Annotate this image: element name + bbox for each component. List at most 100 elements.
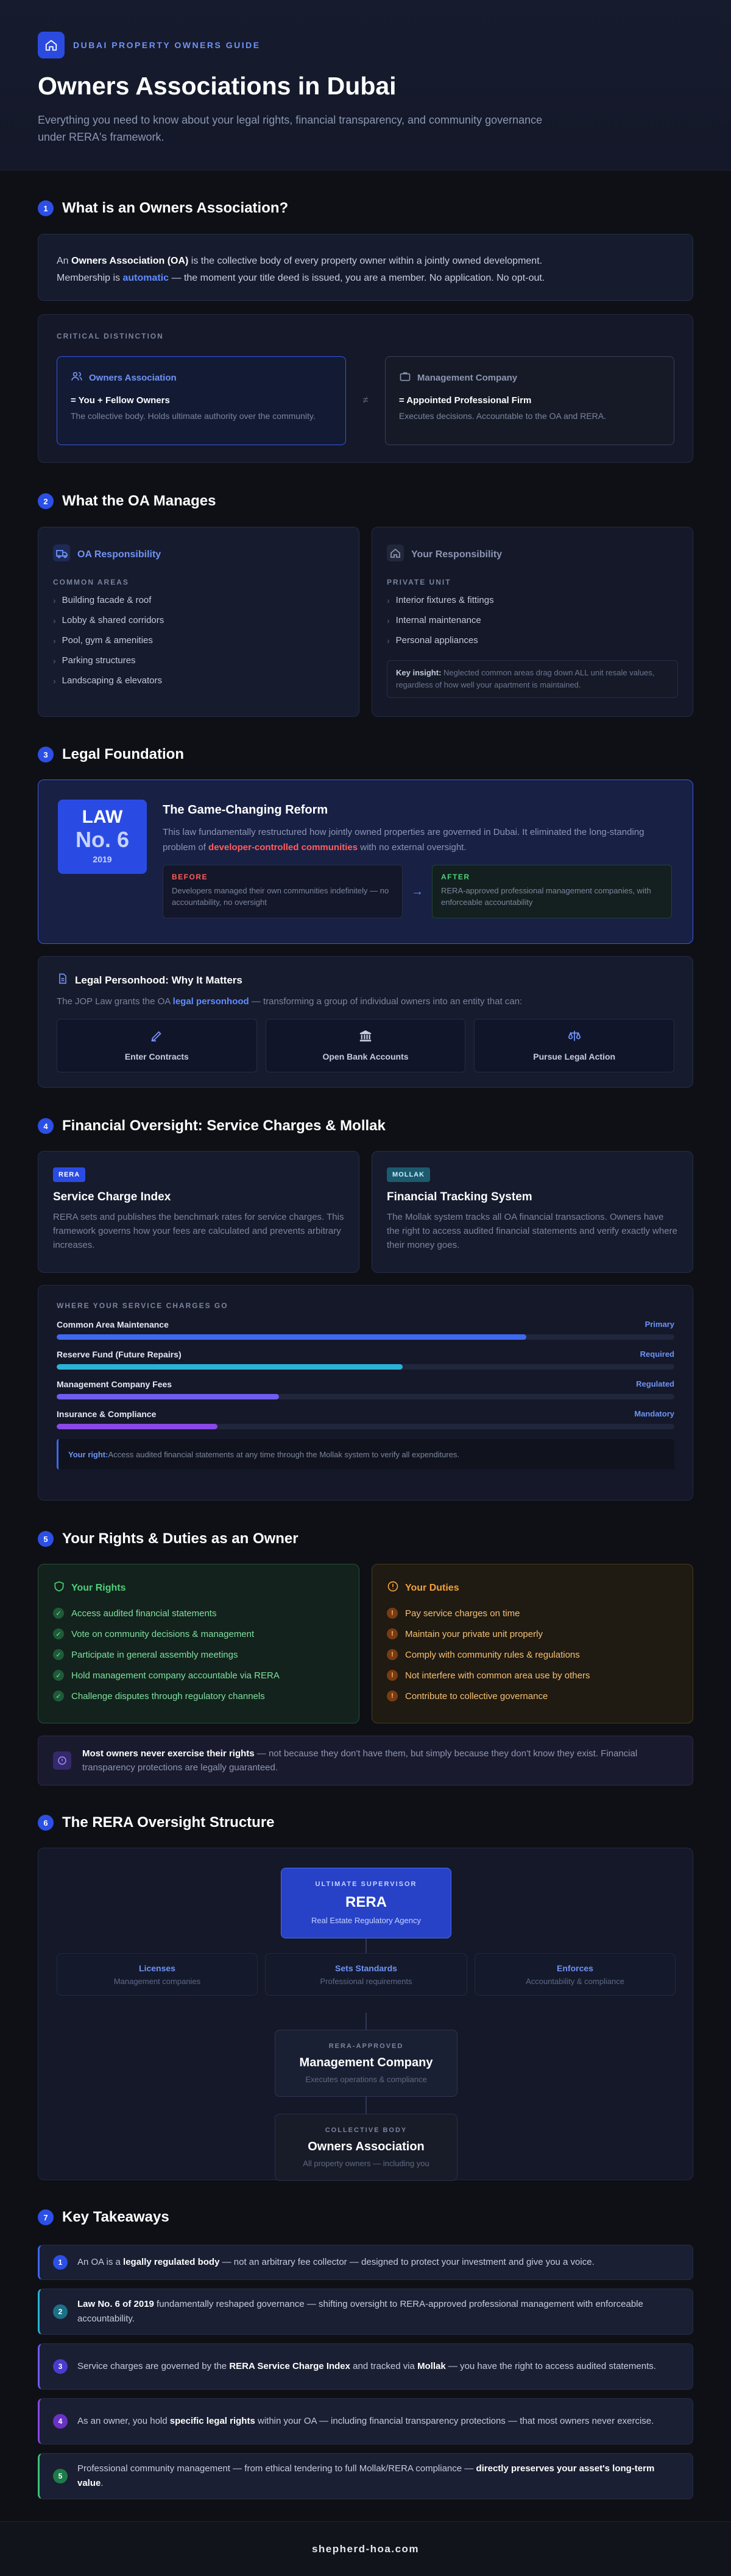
oa-node-title: Owners Association [308, 2140, 425, 2153]
mollak-tag: MOLLAK [387, 1167, 431, 1182]
list-item: ! Contribute to collective governance [387, 1686, 678, 1706]
charge-row: Management Company Fees Regulated [57, 1379, 674, 1399]
after-text: RERA-approved professional management co… [441, 886, 651, 907]
bullet-icon: › [53, 655, 56, 666]
briefcase-icon [399, 370, 411, 385]
connector-line [366, 2013, 367, 2030]
list-item: › Building facade & roof [53, 590, 344, 610]
text: Service charges are governed by the [77, 2361, 230, 2371]
law-badge-year: 2019 [93, 854, 112, 864]
check-icon: ✓ [53, 1670, 64, 1681]
text: Professional community management — from… [77, 2463, 476, 2474]
section-number: 7 [38, 2209, 54, 2225]
takeaway-number: 5 [53, 2469, 68, 2483]
takeaway-number: 2 [53, 2304, 68, 2319]
you-card-label: PRIVATE UNIT [387, 578, 451, 586]
footer-site-link[interactable]: shepherd-hoa.com [312, 2543, 419, 2555]
charge-name: Reserve Fund (Future Repairs) [57, 1350, 182, 1359]
list-item: › Personal appliances [387, 630, 678, 650]
pillar-enforces: Enforces Accountability & compliance [475, 1953, 676, 1996]
text-strong: RERA Service Charge Index [229, 2361, 350, 2371]
check-icon: ✓ [53, 1628, 64, 1639]
takeaway-text: As an owner, you hold specific legal rig… [77, 2414, 654, 2429]
section-title: Financial Oversight: Service Charges & M… [62, 1117, 386, 1134]
oa-definition-card: An Owners Association (OA) is the collec… [38, 234, 693, 301]
takeaway-text: Professional community management — from… [77, 2462, 678, 2491]
key-insight-box: Key insight: Neglected common areas drag… [387, 660, 678, 698]
after-label: AFTER [441, 873, 470, 881]
scales-icon [475, 1029, 674, 1046]
power-label: Pursue Legal Action [533, 1052, 616, 1061]
mc-box-title: Management Company [417, 373, 518, 383]
list-item-label: Internal maintenance [395, 615, 481, 625]
section-title: The RERA Oversight Structure [62, 1814, 275, 1831]
section-number: 3 [38, 747, 54, 762]
owners-association-node: COLLECTIVE BODY Owners Association All p… [275, 2114, 457, 2181]
section-oa-manages: 2 What the OA Manages [38, 492, 693, 510]
pillar-title: Enforces [557, 1963, 593, 1973]
text-highlight: developer-controlled communities [208, 842, 358, 853]
charge-tag: Primary [644, 1320, 674, 1329]
list-item-label: Challenge disputes through regulatory ch… [71, 1691, 265, 1701]
rera-service-charge-card: RERA Service Charge Index RERA sets and … [38, 1151, 359, 1273]
home-logo-icon [38, 32, 65, 58]
oa-node-label: COLLECTIVE BODY [325, 2127, 408, 2134]
info-icon [53, 1751, 71, 1770]
list-item-label: Comply with community rules & regulation… [405, 1649, 580, 1660]
pillar-desc: Management companies [113, 1977, 201, 1986]
takeaway-5: 5 Professional community management — fr… [38, 2453, 693, 2499]
duties-list: ! Pay service charges on time! Maintain yo… [387, 1603, 678, 1706]
charge-bar-fill [57, 1334, 526, 1340]
bullet-icon: › [53, 635, 56, 646]
list-item-label: Vote on community decisions & management [71, 1628, 255, 1639]
charge-bar-track [57, 1424, 674, 1429]
oa-card-label: COMMON AREAS [53, 578, 129, 586]
law-reform-card: LAW No. 6 2019 The Game-Changing Reform … [38, 779, 693, 944]
text: Membership is [57, 273, 123, 283]
takeaway-number: 3 [53, 2359, 68, 2374]
hero-header: DUBAI PROPERTY OWNERS GUIDE Owners Assoc… [0, 0, 731, 171]
distinction-label: CRITICAL DISTINCTION [57, 332, 164, 340]
list-item: ✓ Hold management company accountable via… [53, 1665, 344, 1686]
common-areas-list: › Building facade & roof › Lobby & shared c… [53, 590, 344, 691]
law-badge: LAW No. 6 2019 [58, 800, 147, 874]
text: An OA is a [77, 2257, 124, 2267]
pillar-sets-standards: Sets Standards Professional requirements [265, 1953, 467, 1996]
takeaway-text: An OA is a legally regulated body — not … [77, 2255, 595, 2270]
charge-tag: Mandatory [634, 1409, 674, 1418]
duties-card: Your Duties ! Pay service charges on time… [372, 1564, 693, 1723]
your-responsibility-card: Your Responsibility PRIVATE UNIT › Interi… [372, 527, 693, 717]
exclamation-icon: ! [387, 1670, 398, 1681]
oa-box-equation: = You + Fellow Owners [71, 395, 170, 406]
right-text: Access audited financial statements at a… [108, 1449, 460, 1459]
pillar-desc: Accountability & compliance [526, 1977, 624, 1986]
mollak-card-title: Financial Tracking System [387, 1191, 532, 1203]
check-icon: ✓ [53, 1608, 64, 1619]
reform-title: The Game-Changing Reform [163, 803, 328, 817]
charge-bar-track [57, 1364, 674, 1370]
list-item: ✓ Challenge disputes through regulatory c… [53, 1686, 344, 1706]
charge-bar-fill [57, 1394, 280, 1399]
takeaway-1: 1 An OA is a legally regulated body — no… [38, 2245, 693, 2280]
pen-icon [57, 1029, 256, 1046]
mc-box-equation: = Appointed Professional Firm [398, 395, 532, 406]
right-label: Your right: [68, 1449, 108, 1459]
awareness-text: Most owners never exercise their rights … [82, 1747, 678, 1775]
power-enter-contracts: Enter Contracts [57, 1019, 257, 1072]
charge-row: Reserve Fund (Future Repairs) Required [57, 1350, 674, 1370]
list-item-label: Access audited financial statements [71, 1608, 217, 1619]
list-item-label: Maintain your private unit properly [405, 1628, 543, 1639]
home-icon [387, 544, 404, 565]
section-title: Your Rights & Duties as an Owner [62, 1530, 298, 1547]
building-icon [53, 544, 70, 565]
section-what-is-oa: 1 What is an Owners Association? [38, 199, 693, 217]
takeaway-4: 4 As an owner, you hold specific legal r… [38, 2398, 693, 2444]
bullet-icon: › [387, 635, 390, 646]
personhood-text: The JOP Law grants the OA legal personho… [57, 996, 674, 1007]
charge-bar-fill [57, 1424, 217, 1429]
exclamation-icon: ! [387, 1649, 398, 1660]
text-strong: Most owners never exercise their rights [82, 1748, 255, 1759]
list-item-label: Hold management company accountable via … [71, 1670, 280, 1681]
power-label: Enter Contracts [124, 1052, 189, 1061]
rera-card-desc: RERA sets and publishes the benchmark ra… [53, 1212, 344, 1250]
